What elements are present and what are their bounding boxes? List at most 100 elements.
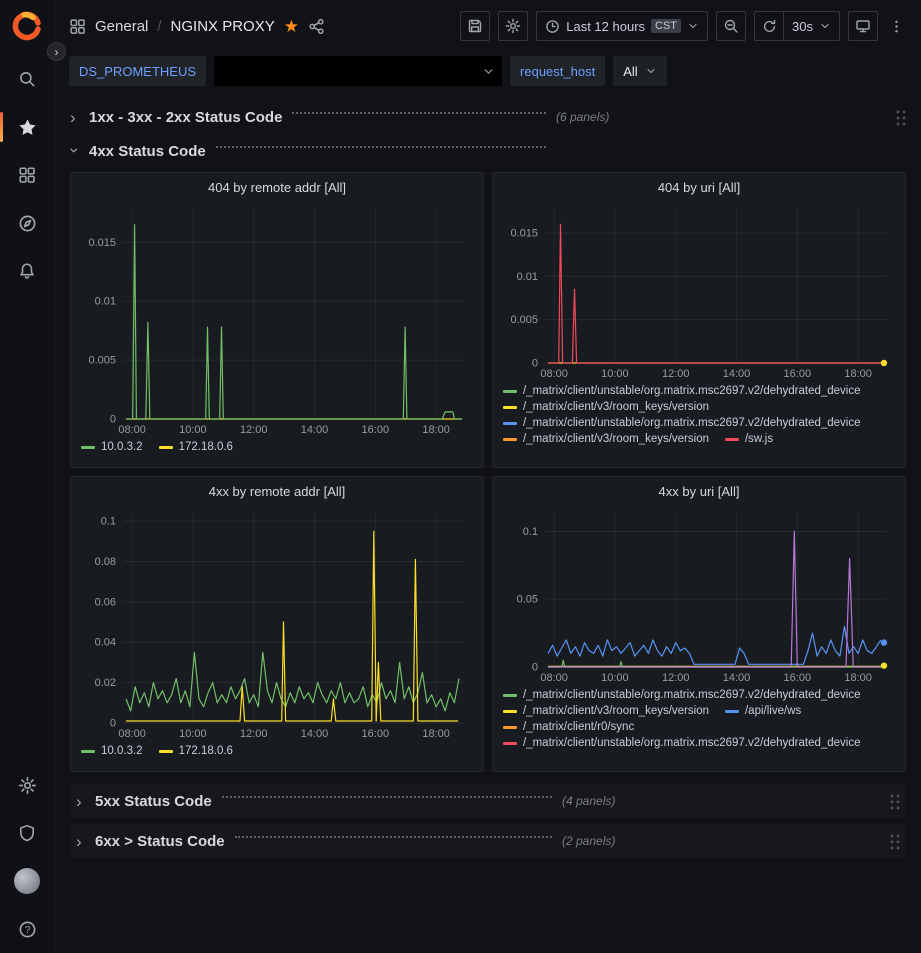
- row-drag-handle[interactable]: [889, 793, 900, 810]
- svg-text:16:00: 16:00: [362, 424, 390, 436]
- legend-label: /_matrix/client/unstable/org.matrix.msc2…: [523, 417, 861, 429]
- legend-label: /_matrix/client/v3/room_keys/version: [523, 433, 709, 445]
- search-icon[interactable]: [7, 55, 47, 103]
- user-avatar[interactable]: [7, 857, 47, 905]
- sidebar-expand-button[interactable]: ›: [47, 42, 66, 61]
- time-series-chart[interactable]: 00.0050.010.01508:0010:0012:0014:0016:00…: [503, 201, 895, 381]
- legend-item[interactable]: 10.0.3.2: [81, 745, 143, 757]
- row-title: 6xx > Status Code: [95, 833, 225, 850]
- svg-text:08:00: 08:00: [118, 728, 146, 740]
- legend-item[interactable]: /api/live/ws: [725, 705, 801, 717]
- legend-item[interactable]: /_matrix/client/r0/sync: [503, 721, 634, 733]
- svg-text:10:00: 10:00: [601, 368, 629, 380]
- breadcrumb-dashboard-title[interactable]: NGINX PROXY: [171, 18, 275, 35]
- toolbar-right: Last 12 hours CST 30s: [460, 11, 907, 41]
- svg-text:0.1: 0.1: [523, 526, 538, 538]
- save-dashboard-button[interactable]: [460, 11, 490, 41]
- legend-color-swatch: [503, 710, 517, 713]
- time-series-chart[interactable]: 00.050.108:0010:0012:0014:0016:0018:00: [503, 505, 895, 685]
- dotted-leader: [216, 146, 546, 148]
- panel-title[interactable]: 404 by uri [All]: [503, 173, 895, 201]
- panel-legend: 10.0.3.2 172.18.0.6: [81, 441, 473, 461]
- legend-color-swatch: [503, 742, 517, 745]
- svg-text:10:00: 10:00: [179, 424, 207, 436]
- panel-title[interactable]: 4xx by uri [All]: [503, 477, 895, 505]
- chevron-down-icon: [687, 20, 699, 32]
- time-range-picker[interactable]: Last 12 hours CST: [536, 11, 708, 41]
- legend-item[interactable]: /_matrix/client/v3/room_keys/version: [503, 705, 709, 717]
- variables-bar: DS_PROMETHEUS request_host All: [55, 52, 921, 96]
- legend-item[interactable]: 172.18.0.6: [159, 745, 233, 757]
- legend-label: /_matrix/client/unstable/org.matrix.msc2…: [523, 689, 861, 701]
- svg-text:08:00: 08:00: [540, 368, 568, 380]
- svg-text:0.04: 0.04: [95, 637, 116, 649]
- zoom-out-button[interactable]: [716, 11, 746, 41]
- row-1xx-3xx-2xx[interactable]: › 1xx - 3xx - 2xx Status Code (6 panels): [70, 102, 906, 132]
- row-6xx[interactable]: › 6xx > Status Code (2 panels): [70, 824, 906, 858]
- dashboard-settings-button[interactable]: [498, 11, 528, 41]
- panel-legend: /_matrix/client/unstable/org.matrix.msc2…: [503, 385, 895, 461]
- legend-item[interactable]: /_matrix/client/unstable/org.matrix.msc2…: [503, 385, 861, 397]
- legend-item[interactable]: /_matrix/client/unstable/org.matrix.msc2…: [503, 737, 861, 749]
- panel-title[interactable]: 4xx by remote addr [All]: [81, 477, 473, 505]
- explore-compass-icon[interactable]: [7, 199, 47, 247]
- timezone-badge: CST: [651, 19, 681, 33]
- svg-text:08:00: 08:00: [118, 424, 146, 436]
- svg-text:0.06: 0.06: [95, 596, 116, 608]
- legend-item[interactable]: /_matrix/client/v3/room_keys/version: [503, 433, 709, 445]
- time-series-chart[interactable]: 00.0050.010.01508:0010:0012:0014:0016:00…: [81, 201, 473, 437]
- time-series-chart[interactable]: 00.020.040.060.080.108:0010:0012:0014:00…: [81, 505, 473, 741]
- kebab-menu-icon[interactable]: [886, 11, 907, 41]
- refresh-interval-dropdown[interactable]: 30s: [784, 11, 840, 41]
- tv-mode-button[interactable]: [848, 11, 878, 41]
- legend-label: /api/live/ws: [745, 705, 801, 717]
- legend-label: 10.0.3.2: [101, 745, 143, 757]
- svg-text:0.015: 0.015: [88, 237, 116, 249]
- alerting-bell-icon[interactable]: [7, 247, 47, 295]
- request-host-variable-label[interactable]: request_host: [510, 56, 605, 86]
- legend-label: /_matrix/client/v3/room_keys/version: [523, 705, 709, 717]
- legend-item[interactable]: 10.0.3.2: [81, 441, 143, 453]
- dashboards-icon[interactable]: [7, 151, 47, 199]
- panel-grid: 404 by remote addr [All] 00.0050.010.015…: [70, 172, 906, 772]
- legend-label: /_matrix/client/unstable/org.matrix.msc2…: [523, 385, 861, 397]
- svg-text:12:00: 12:00: [662, 368, 690, 380]
- apps-grid-icon[interactable]: [69, 18, 86, 35]
- svg-text:16:00: 16:00: [362, 728, 390, 740]
- row-drag-handle[interactable]: [889, 833, 900, 850]
- grafana-logo-icon[interactable]: [11, 10, 43, 47]
- panel-title[interactable]: 404 by remote addr [All]: [81, 173, 473, 201]
- favorite-star-icon[interactable]: ★: [284, 18, 299, 35]
- row-title: 4xx Status Code: [89, 143, 206, 160]
- help-icon[interactable]: ?: [7, 905, 47, 953]
- legend-color-swatch: [81, 750, 95, 753]
- server-admin-shield-icon[interactable]: [7, 809, 47, 857]
- refresh-button[interactable]: [754, 11, 784, 41]
- legend-item[interactable]: 172.18.0.6: [159, 441, 233, 453]
- legend-color-swatch: [503, 694, 517, 697]
- svg-text:10:00: 10:00: [601, 672, 629, 684]
- legend-item[interactable]: /sw.js: [725, 433, 773, 445]
- time-range-label: Last 12 hours: [566, 19, 645, 34]
- dashboard-panel: 4xx by remote addr [All] 00.020.040.060.…: [70, 476, 484, 772]
- row-drag-handle[interactable]: [895, 109, 906, 126]
- svg-text:0: 0: [110, 718, 116, 730]
- chevron-down-icon: [482, 65, 495, 78]
- row-4xx[interactable]: › 4xx Status Code: [70, 136, 906, 166]
- row-5xx[interactable]: › 5xx Status Code (4 panels): [70, 784, 906, 818]
- datasource-variable-value[interactable]: [214, 56, 502, 86]
- datasource-variable-label[interactable]: DS_PROMETHEUS: [69, 56, 206, 86]
- legend-item[interactable]: /_matrix/client/unstable/org.matrix.msc2…: [503, 689, 861, 701]
- starred-dashboards-icon[interactable]: [7, 103, 47, 151]
- dashboard-content: › 1xx - 3xx - 2xx Status Code (6 panels)…: [55, 96, 921, 953]
- settings-gear-icon[interactable]: [7, 761, 47, 809]
- breadcrumb-section[interactable]: General: [95, 18, 148, 35]
- legend-item[interactable]: /_matrix/client/unstable/org.matrix.msc2…: [503, 417, 861, 429]
- svg-text:0: 0: [532, 662, 538, 674]
- request-host-variable-value[interactable]: All: [613, 56, 666, 86]
- share-icon[interactable]: [308, 18, 325, 35]
- chevron-right-icon: ›: [76, 793, 86, 810]
- svg-text:0.005: 0.005: [510, 314, 538, 326]
- legend-item[interactable]: /_matrix/client/v3/room_keys/version: [503, 401, 709, 413]
- svg-text:18:00: 18:00: [844, 368, 872, 380]
